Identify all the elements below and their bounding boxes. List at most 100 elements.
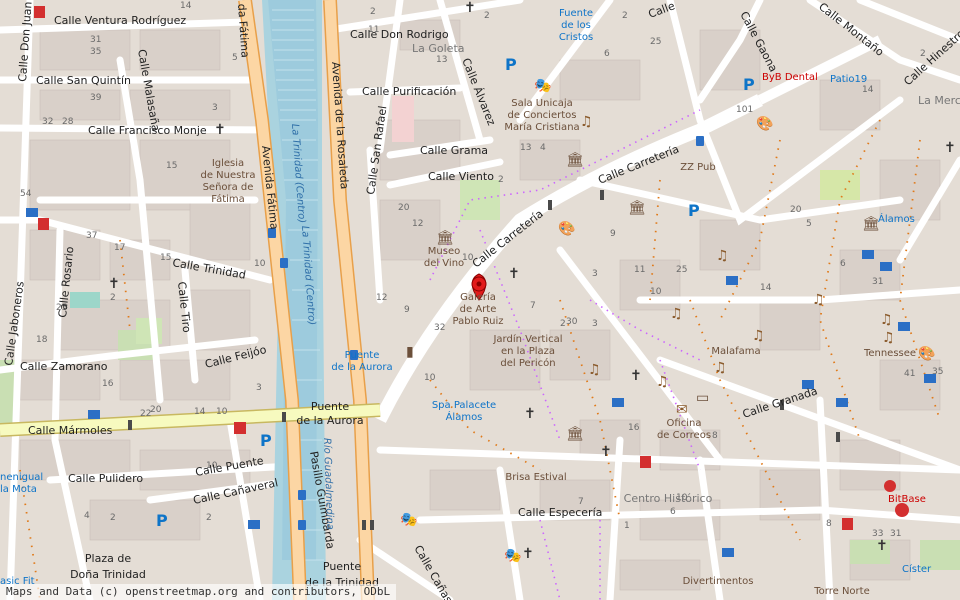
place-torre-norte: Torre Norte	[813, 586, 869, 597]
music-icon: ♫	[880, 312, 893, 328]
music-icon: ♫	[882, 330, 895, 346]
svg-text:35: 35	[90, 47, 101, 57]
art-icon: 🎨	[756, 114, 773, 132]
place-cister: Císter	[902, 563, 932, 575]
music-icon: ♫	[588, 362, 601, 378]
svg-text:2: 2	[484, 11, 490, 21]
street-ventura: Calle Ventura Rodríguez	[54, 14, 186, 27]
place-plaza-dona-2: Doña Trinidad	[70, 568, 146, 581]
svg-text:2: 2	[560, 319, 566, 329]
parking-icon: P	[505, 55, 517, 74]
place-sala-unicaja-2: de Conciertos	[508, 110, 577, 121]
parking-icon: P	[156, 511, 168, 530]
place-oficina-1: Oficina	[667, 418, 702, 429]
music-icon: ♫	[716, 248, 729, 264]
attribution-suffix: and contributors, ODbL	[244, 585, 391, 598]
street-especeria: Calle Especería	[518, 506, 602, 519]
place-galeria-1: Galería	[460, 291, 496, 303]
street-francisco-monje: Calle Francisco Monje	[88, 124, 207, 137]
place-spa-2: Álamos	[446, 410, 483, 423]
svg-text:25: 25	[676, 265, 687, 275]
svg-text:8: 8	[712, 431, 718, 441]
place-museo-vino-1: Museo	[428, 246, 460, 257]
svg-text:31: 31	[90, 35, 101, 45]
svg-text:28: 28	[62, 117, 74, 127]
place-fuente-3: Cristos	[559, 32, 593, 43]
place-iglesia-4: Fátima	[211, 193, 245, 205]
place-galeria-2: de Arte	[460, 304, 497, 315]
svg-text:12: 12	[412, 219, 423, 229]
place-jardin-1: Jardín Vertical	[492, 333, 562, 345]
place-brisa: Brisa Estival	[505, 472, 566, 483]
place-galeria-3: Pablo Ruiz	[453, 316, 504, 327]
street-zamorano: Calle Zamorano	[20, 360, 108, 373]
art-icon: 🎨	[918, 344, 935, 362]
svg-text:18: 18	[36, 335, 48, 345]
svg-text:2: 2	[622, 11, 628, 21]
church-icon: ✝	[944, 140, 956, 156]
museum-icon: 🏛	[628, 199, 646, 216]
svg-text:32: 32	[42, 117, 53, 127]
church-icon: ✝	[508, 266, 520, 282]
place-sala-unicaja-3: María Cristiana	[504, 121, 579, 133]
church-icon: ✝	[600, 444, 612, 460]
theatre-icon: 🎭	[400, 512, 417, 528]
attribution-link[interactable]: openstreetmap.org	[125, 585, 238, 598]
place-la-goleta: La Goleta	[412, 42, 465, 55]
svg-text:5: 5	[232, 53, 238, 63]
svg-text:32: 32	[434, 323, 445, 333]
church-icon: ✝	[522, 546, 534, 562]
place-spa-1: Spa Palacete	[432, 400, 496, 411]
svg-text:15: 15	[160, 253, 171, 263]
place-la-merced: La Merc	[918, 94, 960, 107]
svg-text:5: 5	[806, 219, 812, 229]
svg-text:14: 14	[194, 407, 206, 417]
place-sala-unicaja-1: Sala Unicaja	[511, 98, 573, 109]
street-san-quintin: Calle San Quintín	[36, 74, 131, 87]
place-malafama: Malafama	[711, 346, 760, 357]
church-icon: ✝	[876, 538, 888, 554]
place-zz-pub: ZZ Pub	[680, 162, 715, 173]
svg-text:37: 37	[86, 231, 97, 241]
svg-text:4: 4	[540, 143, 546, 153]
attribution-prefix: Maps and Data (c)	[6, 585, 119, 598]
private-area	[392, 96, 414, 142]
place-centro-historico: Centro Histórico	[624, 492, 713, 505]
parking-icon: P	[743, 75, 755, 94]
svg-text:41: 41	[904, 369, 915, 379]
svg-text:20: 20	[398, 203, 410, 213]
place-museo-vino-2: del Vino	[424, 258, 464, 269]
place-plaza-dona-1: Plaza de	[85, 552, 131, 565]
place-alamos: Álamos	[878, 212, 915, 225]
place-bitbase: BitBase	[888, 494, 926, 505]
place-iglesia-1: Iglesia	[212, 158, 244, 169]
svg-text:4: 4	[84, 511, 90, 521]
map-view[interactable]: ✝ ✝ ✝ ✝ ✝ ✝ ✝ ✝ ✝ ✝ ♫ ♫ ♫ ♫ ♫ ♫ ♫ ♫ ♫ ♫ …	[0, 0, 960, 600]
place-puente-aurora-road-2: de la Aurora	[296, 414, 363, 427]
attribution-bar: Maps and Data (c) openstreetmap.org and …	[0, 584, 397, 600]
place-puente-trinidad-1: Puente	[323, 560, 361, 573]
music-icon: ♫	[812, 292, 825, 308]
music-icon: ♫	[714, 360, 727, 376]
svg-text:20: 20	[150, 405, 162, 415]
church-icon: ✝	[630, 368, 642, 384]
street-viento: Calle Viento	[428, 170, 494, 183]
svg-text:3: 3	[592, 319, 598, 329]
svg-text:39: 39	[90, 93, 102, 103]
svg-text:6: 6	[670, 507, 676, 517]
svg-text:3: 3	[592, 269, 598, 279]
map-canvas[interactable]: ✝ ✝ ✝ ✝ ✝ ✝ ✝ ✝ ✝ ✝ ♫ ♫ ♫ ♫ ♫ ♫ ♫ ♫ ♫ ♫ …	[0, 0, 960, 600]
svg-text:13: 13	[436, 55, 447, 65]
svg-text:31: 31	[890, 529, 901, 539]
svg-text:35: 35	[932, 367, 943, 377]
svg-text:16: 16	[102, 379, 114, 389]
theatre-icon: 🎭	[534, 78, 551, 94]
church-icon: ✝	[524, 406, 536, 422]
place-patio19: Patio19	[830, 74, 867, 85]
svg-text:2: 2	[110, 513, 116, 523]
svg-text:10: 10	[254, 259, 266, 269]
museum-icon: 🏛	[566, 425, 584, 442]
book-icon: ▮	[406, 344, 414, 360]
svg-text:101: 101	[736, 105, 753, 115]
svg-text:2: 2	[110, 293, 116, 303]
